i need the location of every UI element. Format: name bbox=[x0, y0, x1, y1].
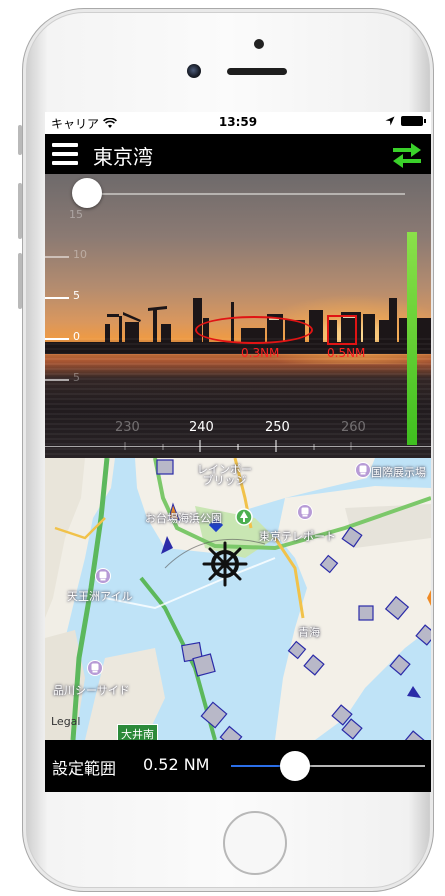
target-box[interactable] bbox=[327, 315, 357, 345]
swap-view-icon[interactable] bbox=[391, 142, 423, 168]
target-distance-label: 0.5NM bbox=[327, 346, 366, 360]
train-station-icon bbox=[87, 660, 103, 676]
map-view[interactable]: レインボー ブリッジ お台場海浜公園 東京テレポート 国際展示場 天王洲アイル … bbox=[45, 458, 431, 740]
camera-view: 15 10 5 0 5 0.3NM 0.5NM 230 240 250 260 bbox=[45, 174, 431, 458]
range-slider-thumb[interactable] bbox=[280, 751, 311, 781]
map-legal-link[interactable]: Legal bbox=[51, 715, 80, 728]
bearing-ticks bbox=[124, 440, 352, 452]
elevation-slider-track[interactable] bbox=[89, 193, 405, 195]
map-road-badge: 大井南 bbox=[117, 724, 158, 740]
volume-down-button bbox=[18, 253, 22, 309]
map-label-tokyo-teleport: 東京テレポート bbox=[259, 530, 336, 543]
range-value: 0.52 NM bbox=[143, 755, 210, 774]
map-label-odaiba-park: お台場海浜公園 bbox=[145, 512, 222, 525]
menu-icon[interactable] bbox=[52, 143, 78, 165]
target-ellipse[interactable] bbox=[195, 316, 313, 344]
elevation-label: 15 bbox=[69, 208, 83, 221]
app-screen: キャリア 13:59 東京湾 15 10 5 0 5 0.3NM 0.5NM 2… bbox=[45, 112, 431, 792]
elevation-slider-thumb[interactable] bbox=[72, 178, 102, 208]
park-icon bbox=[235, 508, 253, 526]
range-label: 設定範囲 bbox=[52, 759, 117, 778]
elevation-label: 0 bbox=[73, 330, 80, 343]
elevation-tick bbox=[45, 338, 69, 340]
ship-wheel-icon[interactable] bbox=[202, 541, 248, 587]
page-title: 東京湾 bbox=[93, 145, 153, 169]
location-arrow-icon bbox=[385, 116, 395, 126]
elevation-label: 5 bbox=[73, 289, 80, 302]
train-station-icon bbox=[355, 462, 371, 478]
mute-switch bbox=[18, 125, 22, 155]
status-bar: キャリア 13:59 bbox=[45, 112, 431, 134]
range-slider-track[interactable] bbox=[295, 765, 425, 767]
home-button[interactable] bbox=[223, 811, 287, 875]
elevation-tick bbox=[45, 297, 69, 299]
train-station-icon bbox=[297, 504, 313, 520]
battery-icon bbox=[401, 116, 426, 126]
target-distance-label: 0.3NM bbox=[241, 346, 280, 360]
map-label-shinagawa: 品川シーサイド bbox=[53, 684, 130, 697]
status-time: 13:59 bbox=[218, 115, 258, 129]
bearing-label: 250 bbox=[265, 420, 290, 435]
train-station-icon bbox=[95, 568, 111, 584]
elevation-tick bbox=[45, 256, 69, 258]
bearing-label: 230 bbox=[115, 420, 140, 435]
elevation-label: 5 bbox=[73, 371, 80, 384]
earpiece-speaker bbox=[227, 68, 287, 75]
bottom-bar: 設定範囲 0.52 NM bbox=[45, 740, 431, 792]
bearing-label: 240 bbox=[189, 420, 214, 435]
bearing-label: 260 bbox=[341, 420, 366, 435]
map-label-tennozu: 天王洲アイル bbox=[67, 590, 133, 603]
front-camera bbox=[187, 64, 201, 78]
map-label-exhibition: 国際展示場 bbox=[371, 466, 426, 479]
map-label-aomi: 青海 bbox=[298, 626, 320, 639]
elevation-label: 10 bbox=[73, 248, 87, 261]
signal-level-bar bbox=[407, 232, 417, 445]
map-label-rainbow-bridge: レインボー ブリッジ bbox=[197, 463, 252, 487]
volume-up-button bbox=[18, 183, 22, 239]
proximity-sensor bbox=[254, 39, 264, 49]
nav-bar: 東京湾 bbox=[45, 134, 431, 174]
elevation-tick bbox=[45, 379, 69, 381]
